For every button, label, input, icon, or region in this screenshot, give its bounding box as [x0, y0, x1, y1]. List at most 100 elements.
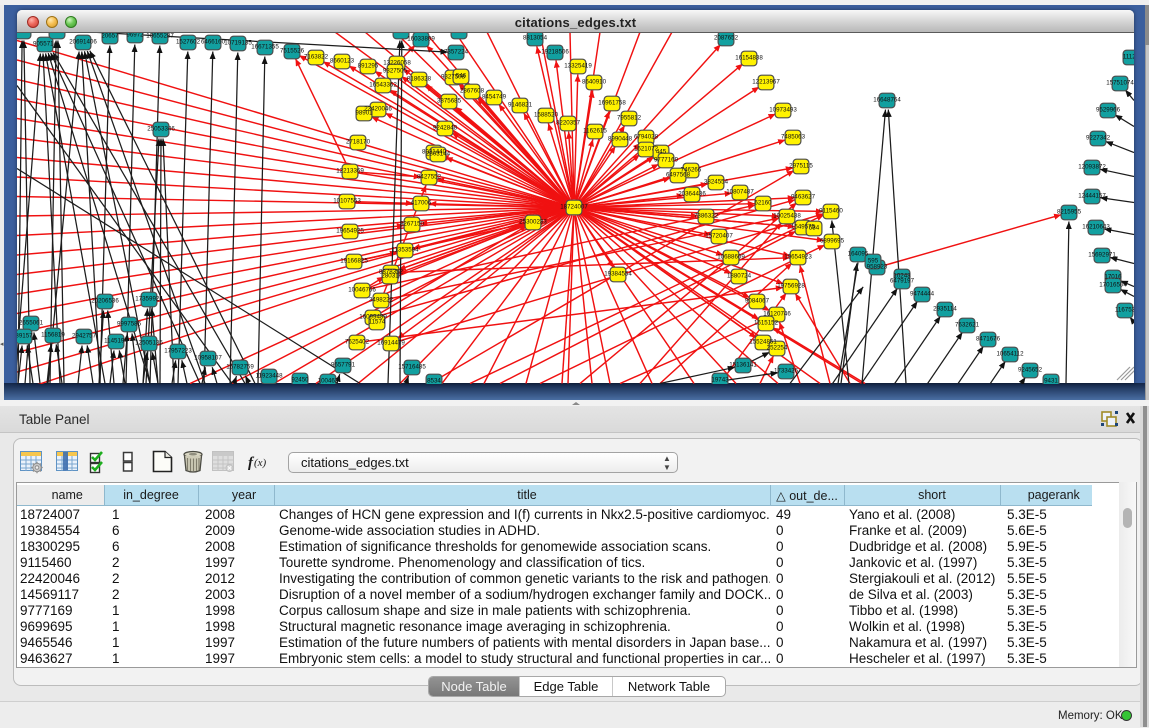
svg-text:8471676: 8471676 — [976, 335, 1001, 342]
svg-text:20364436: 20364436 — [678, 190, 706, 197]
svg-text:19384554: 19384554 — [604, 270, 632, 277]
svg-text:16120746: 16120746 — [763, 310, 791, 317]
svg-text:584: 584 — [809, 224, 820, 231]
svg-text:12093872: 12093872 — [1078, 163, 1106, 170]
svg-text:2942757: 2942757 — [72, 332, 97, 339]
svg-text:16210643: 16210643 — [1082, 223, 1110, 230]
svg-text:9245652: 9245652 — [1018, 366, 1043, 373]
svg-text:19218506: 19218506 — [541, 48, 569, 55]
svg-text:15751074: 15751074 — [1106, 79, 1134, 86]
svg-text:15136141: 15136141 — [729, 361, 757, 368]
svg-text:10025438: 10025438 — [773, 212, 801, 219]
svg-text:2935114: 2935114 — [933, 305, 957, 312]
svg-text:12505135: 12505135 — [135, 339, 163, 346]
svg-text:10654112: 10654112 — [996, 350, 1024, 357]
svg-text:9474444: 9474444 — [910, 290, 935, 297]
svg-text:10807487: 10807487 — [726, 188, 754, 195]
svg-text:10655287: 10655287 — [146, 32, 174, 39]
svg-text:445: 445 — [656, 148, 667, 155]
svg-text:1156819: 1156819 — [41, 331, 65, 338]
svg-text:1162615: 1162615 — [583, 127, 607, 134]
svg-text:116753: 116753 — [1115, 306, 1134, 313]
svg-text:9227342: 9227342 — [1086, 134, 1111, 141]
svg-text:10973493: 10973493 — [769, 106, 797, 113]
svg-text:10107553: 10107553 — [333, 197, 361, 204]
svg-text:6794028: 6794028 — [634, 133, 659, 140]
svg-text:1145194: 1145194 — [104, 337, 128, 344]
svg-text:9115460: 9115460 — [819, 207, 843, 214]
svg-text:7163822: 7163822 — [304, 53, 329, 60]
svg-text:10046766: 10046766 — [348, 286, 376, 293]
svg-text:17359924: 17359924 — [135, 295, 163, 302]
svg-text:1615152: 1615152 — [754, 319, 779, 326]
svg-text:3824554: 3824554 — [704, 178, 729, 185]
svg-text:20206536: 20206536 — [91, 297, 119, 304]
svg-text:2718170: 2718170 — [346, 138, 371, 145]
svg-text:8640910: 8640910 — [582, 78, 607, 85]
svg-text:16543362: 16543362 — [369, 81, 397, 88]
svg-text:9146821: 9146821 — [508, 101, 533, 108]
svg-text:2867608: 2867608 — [460, 87, 485, 94]
svg-text:9997586: 9997586 — [117, 320, 142, 327]
svg-text:20691406: 20691406 — [69, 38, 97, 45]
svg-text:8534: 8534 — [427, 377, 441, 384]
svg-text:15720407: 15720407 — [705, 232, 733, 239]
svg-text:8427552: 8427552 — [417, 173, 442, 180]
svg-text:16961758: 16961758 — [598, 99, 626, 106]
svg-text:20657: 20657 — [101, 32, 119, 39]
svg-text:7485063: 7485063 — [781, 133, 806, 140]
svg-text:2975115: 2975115 — [789, 162, 813, 169]
svg-text:8454749: 8454749 — [482, 93, 507, 100]
svg-text:3875685: 3875685 — [437, 97, 462, 104]
svg-text:(x): (x) — [254, 457, 267, 469]
svg-text:62160: 62160 — [754, 199, 772, 206]
svg-text:9657791: 9657791 — [331, 361, 356, 368]
svg-text:98901: 98901 — [355, 109, 373, 116]
svg-text:8660123: 8660123 — [330, 57, 355, 64]
svg-text:10958107: 10958107 — [194, 354, 222, 361]
svg-text:18724007: 18724007 — [560, 203, 588, 210]
svg-text:6497568: 6497568 — [666, 171, 691, 178]
svg-text:15692971: 15692971 — [1088, 251, 1116, 258]
svg-text:8990448: 8990448 — [608, 135, 633, 142]
svg-text:2087652: 2087652 — [714, 34, 739, 41]
svg-text:39157: 39157 — [17, 332, 33, 339]
svg-text:13226058: 13226058 — [383, 59, 411, 66]
svg-text:16782759: 16782759 — [226, 363, 254, 370]
svg-text:8220357: 8220357 — [556, 119, 581, 126]
svg-text:25300233: 25300233 — [519, 218, 547, 225]
svg-text:9529966: 9529966 — [1096, 106, 1121, 113]
svg-text:1880724: 1880724 — [727, 272, 752, 279]
svg-text:2655061: 2655061 — [19, 319, 44, 326]
svg-text:16914479: 16914479 — [377, 339, 405, 346]
svg-text:11121: 11121 — [1123, 53, 1134, 60]
svg-text:16033809: 16033809 — [407, 35, 435, 42]
svg-text:19654923: 19654923 — [784, 253, 812, 260]
svg-text:8215955: 8215955 — [1057, 208, 1082, 215]
svg-text:7632621: 7632621 — [955, 321, 980, 328]
svg-text:25053346: 25053346 — [147, 125, 175, 132]
svg-text:17957223: 17957223 — [164, 347, 192, 354]
svg-text:16671355: 16671355 — [251, 43, 279, 50]
svg-text:19743: 19743 — [711, 376, 729, 383]
svg-text:92450: 92450 — [291, 376, 309, 383]
svg-text:164095: 164095 — [848, 250, 869, 257]
svg-text:17016: 17016 — [1104, 273, 1122, 280]
svg-text:1527602: 1527602 — [176, 38, 201, 45]
svg-text:17016504: 17016504 — [1099, 281, 1127, 288]
svg-text:6899695: 6899695 — [820, 237, 845, 244]
svg-text:1733426: 1733426 — [774, 367, 799, 374]
svg-text:16154838: 16154838 — [735, 54, 763, 61]
svg-text:9463627: 9463627 — [791, 193, 816, 200]
svg-text:595: 595 — [868, 257, 879, 264]
svg-text:28031: 28031 — [381, 272, 399, 279]
svg-text:7386322: 7386322 — [694, 212, 719, 219]
svg-text:891295: 891295 — [358, 62, 379, 69]
svg-text:9055714: 9055714 — [33, 40, 58, 47]
svg-text:8813054: 8813054 — [523, 34, 548, 41]
svg-text:958923: 958923 — [867, 263, 888, 270]
svg-text:9431: 9431 — [1044, 377, 1058, 384]
svg-text:19756928: 19756928 — [777, 282, 805, 289]
svg-text:11353594: 11353594 — [391, 246, 419, 253]
svg-text:9327505: 9327505 — [383, 67, 408, 74]
